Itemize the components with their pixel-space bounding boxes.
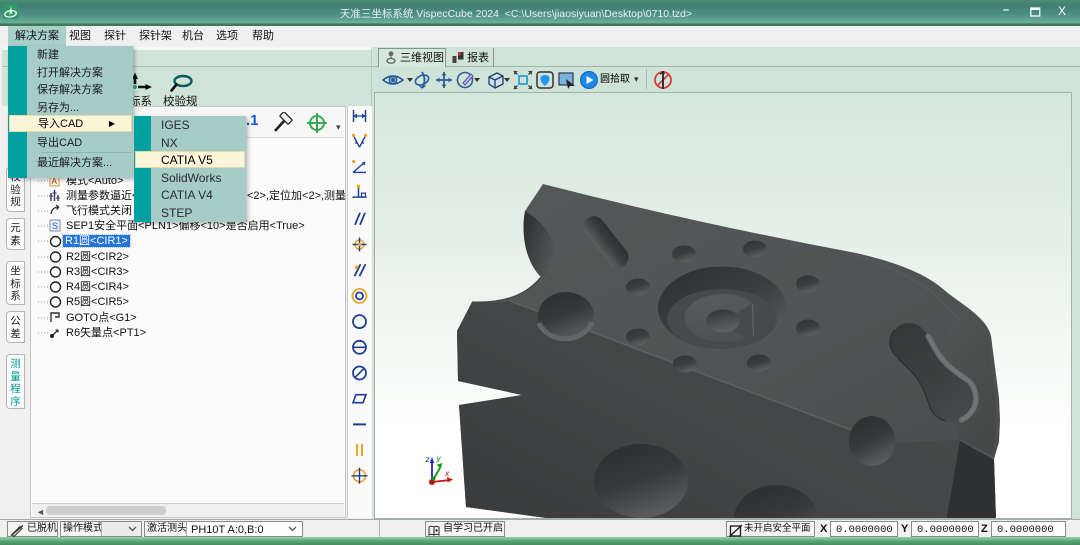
svg-text:S: S bbox=[52, 221, 58, 231]
svg-text:z: z bbox=[425, 454, 431, 464]
svg-text:y: y bbox=[436, 453, 442, 463]
svg-text:x: x bbox=[444, 468, 450, 478]
svg-text:A: A bbox=[52, 177, 58, 186]
